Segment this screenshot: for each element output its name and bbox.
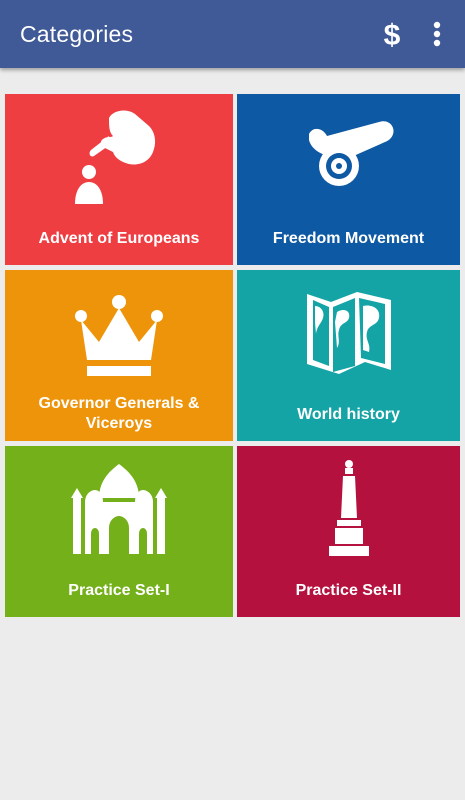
pointing-hand-person-icon [5,106,233,206]
category-label: Practice Set-II [295,582,402,599]
world-map-icon [237,282,460,382]
category-label: Advent of Europeans [38,230,200,247]
app-bar: Categories $ [0,0,465,68]
category-tile-advent-of-europeans[interactable]: Advent of Europeans [5,94,233,265]
crown-icon [5,282,233,382]
overflow-menu-icon[interactable] [427,0,447,68]
category-label: World history [297,406,400,423]
category-tile-world-history[interactable]: World history [237,270,460,441]
category-label: Practice Set-I [68,582,170,599]
category-tile-practice-set-i[interactable]: Practice Set-I [5,446,233,617]
category-tile-practice-set-ii[interactable]: Practice Set-II [237,446,460,617]
dollar-icon[interactable]: $ [377,0,407,68]
taj-mahal-icon [5,458,233,558]
category-label: Freedom Movement [272,230,425,247]
category-tile-governor-generals-viceroys[interactable]: Governor Generals & Viceroys [5,270,233,441]
category-label: Governor Generals & Viceroys [38,395,200,432]
pillar-monument-icon [237,458,460,558]
category-grid: Advent of Europeans Freedom Movement Gov… [5,94,460,617]
page-title: Categories [20,20,134,47]
cannon-icon [237,106,460,206]
svg-text:$: $ [384,20,401,48]
category-tile-freedom-movement[interactable]: Freedom Movement [237,94,460,265]
